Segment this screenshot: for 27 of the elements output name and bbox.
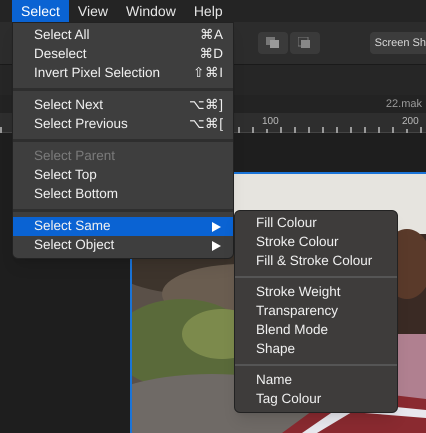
- document-tab[interactable]: 22.mak: [386, 96, 422, 112]
- toolbar-icon[interactable]: [290, 32, 320, 54]
- menu-item[interactable]: Select Next ⌥⌘]: [13, 96, 233, 115]
- toolbar-icon[interactable]: [258, 32, 288, 54]
- submenu-item[interactable]: Name: [235, 371, 397, 390]
- submenu-item[interactable]: Fill & Stroke Colour: [235, 252, 397, 271]
- submenu-item[interactable]: Transparency: [235, 302, 397, 321]
- submenu-item[interactable]: Blend Mode: [235, 321, 397, 340]
- ruler-label: 200: [402, 114, 420, 129]
- menu-item[interactable]: Select Previous ⌥⌘[: [13, 115, 233, 134]
- menu-item[interactable]: Select Top: [13, 166, 233, 185]
- submenu-item[interactable]: Fill Colour: [235, 214, 397, 233]
- submenu-item[interactable]: Tag Colour: [235, 390, 397, 409]
- menu-item[interactable]: Select Object: [13, 236, 233, 255]
- ruler-label: 100: [262, 114, 280, 129]
- menu-bar-item[interactable]: View: [68, 0, 118, 22]
- menu-item[interactable]: Deselect ⌘D: [13, 45, 233, 64]
- submenu-item[interactable]: Stroke Colour: [235, 233, 397, 252]
- menu-item[interactable]: Select Bottom: [13, 185, 233, 204]
- submenu-item[interactable]: Stroke Weight: [235, 283, 397, 302]
- menu-item[interactable]: Select All ⌘A: [13, 26, 233, 45]
- menu-bar-item[interactable]: Select: [12, 0, 69, 22]
- menu-item[interactable]: Select Same: [13, 217, 233, 236]
- menu-bar-item[interactable]: Window: [117, 0, 185, 22]
- menu-bar-item[interactable]: Help: [184, 0, 232, 22]
- submenu-item[interactable]: Shape: [235, 340, 397, 359]
- screen-button[interactable]: Screen Sh: [370, 32, 426, 54]
